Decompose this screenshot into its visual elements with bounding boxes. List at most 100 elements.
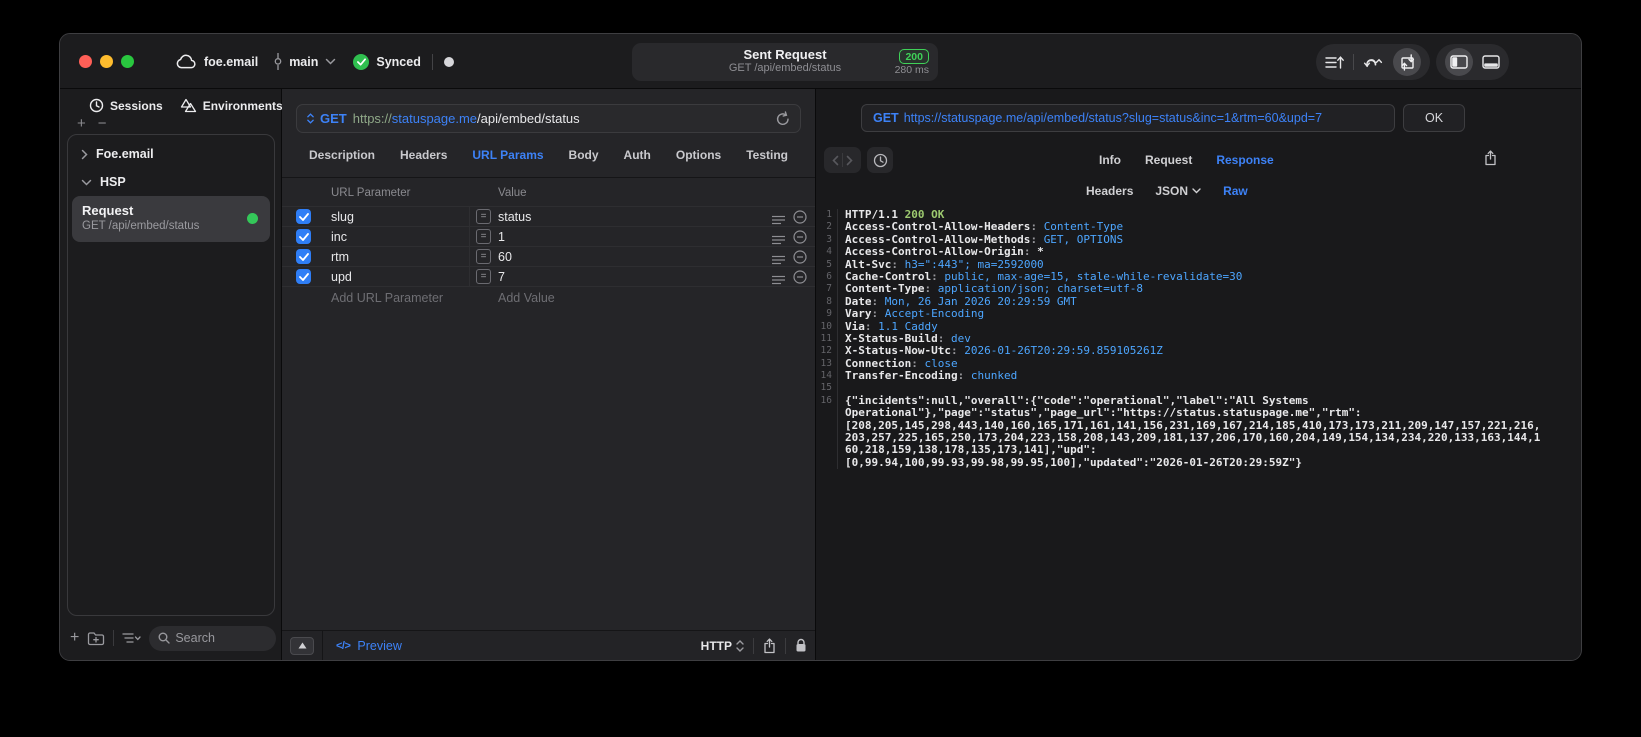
tab-testing[interactable]: Testing [746, 148, 788, 162]
response-status-text: OK [1424, 111, 1444, 125]
sync-status-label[interactable]: Synced [376, 55, 420, 69]
history-clock-button[interactable] [867, 147, 893, 173]
tab-info[interactable]: Info [1099, 153, 1121, 167]
url-param-row: upd = 7 [282, 267, 815, 287]
toggle-bottom-panel-button[interactable] [1482, 55, 1500, 69]
request-editor: GET https://statuspage.me/api/embed/stat… [282, 89, 816, 660]
param-value-field[interactable]: status [498, 207, 531, 227]
subtab-headers[interactable]: Headers [1086, 184, 1133, 198]
add-param-value-placeholder[interactable]: Add Value [498, 291, 555, 305]
param-enabled-checkbox[interactable] [296, 209, 311, 224]
close-window-button[interactable] [79, 55, 92, 68]
tab-response[interactable]: Response [1216, 153, 1273, 167]
method-selector-icon[interactable] [307, 113, 314, 124]
export-response-icon[interactable] [1484, 150, 1497, 166]
subtab-label: JSON [1155, 184, 1189, 198]
tab-description[interactable]: Description [309, 148, 375, 162]
tab-headers[interactable]: Headers [400, 148, 447, 162]
minimize-window-button[interactable] [100, 55, 113, 68]
sidebar-tab-environments[interactable]: Environments [180, 98, 283, 113]
equals-format-icon: = [476, 249, 491, 264]
chevron-down-icon[interactable] [325, 58, 336, 65]
method-label[interactable]: GET [320, 111, 347, 126]
column-header-name: URL Parameter [331, 187, 411, 199]
request-url[interactable]: https://statuspage.me/api/embed/status [353, 111, 580, 126]
sync-arrows-icon[interactable] [1363, 54, 1384, 70]
send-request-panel-button[interactable] [1393, 48, 1421, 76]
toggle-left-sidebar-button[interactable] [1445, 48, 1473, 76]
tree-item-foe-email[interactable]: Foe.email [81, 147, 154, 161]
search-input[interactable]: Search [149, 625, 276, 651]
remove-session-button[interactable]: − [98, 116, 107, 131]
url-params-table: URL Parameter Value slug = status inc = 1 rtm =… [282, 179, 815, 309]
column-header-value: Value [498, 187, 527, 199]
tree-item-hsp[interactable]: HSP [81, 175, 126, 189]
toolbar-group-left [1316, 44, 1430, 80]
add-session-button[interactable]: + [77, 116, 86, 131]
request-url-bar[interactable]: GET https://statuspage.me/api/embed/stat… [296, 104, 801, 133]
new-request-button[interactable]: + [70, 630, 79, 646]
tab-auth[interactable]: Auth [624, 148, 651, 162]
line-number: 15 [816, 382, 838, 395]
tree-item-label: Foe.email [96, 147, 154, 161]
sidebar-item-request[interactable]: Request GET /api/embed/status [72, 196, 270, 242]
subtab-raw[interactable]: Raw [1223, 184, 1248, 198]
line-number: 3 [816, 233, 838, 247]
response-body[interactable]: 1 HTTP/1.1 200 OK 2 Access-Control-Allow-He… [816, 209, 1581, 660]
tab-options[interactable]: Options [676, 148, 721, 162]
param-name-field[interactable]: rtm [331, 247, 349, 267]
url-param-row: inc = 1 [282, 227, 815, 247]
sync-check-icon [353, 53, 370, 70]
code-preview-button[interactable]: </> Preview [336, 639, 402, 653]
param-value-field[interactable]: 1 [498, 227, 505, 247]
line-number: 11 [816, 332, 838, 346]
request-subtitle: GET /api/embed/status [82, 220, 200, 232]
branch-name[interactable]: main [289, 55, 318, 69]
resend-request-icon[interactable] [776, 111, 790, 126]
param-name-field[interactable]: slug [331, 207, 354, 227]
protocol-selector[interactable]: HTTP [701, 639, 744, 653]
line-number: 4 [816, 246, 838, 259]
zoom-window-button[interactable] [121, 55, 134, 68]
response-url-text: https://statuspage.me/api/embed/status?s… [903, 111, 1323, 125]
search-placeholder: Search [175, 631, 215, 645]
traffic-lights [79, 55, 134, 68]
request-editor-footer: </> Preview HTTP [282, 630, 815, 660]
param-value-field[interactable]: 60 [498, 247, 512, 267]
sidebar-tab-sessions[interactable]: Sessions [89, 98, 163, 113]
cloud-icon [176, 54, 197, 69]
share-icon[interactable] [763, 637, 776, 654]
sessions-icon [89, 98, 104, 113]
subtab-json[interactable]: JSON [1155, 184, 1201, 198]
equals-format-icon: = [476, 209, 491, 224]
forward-icon[interactable] [846, 155, 853, 166]
param-name-field[interactable]: upd [331, 267, 352, 287]
url-param-row: rtm = 60 [282, 247, 815, 267]
param-enabled-checkbox[interactable] [296, 269, 311, 284]
sent-request-summary[interactable]: Sent Request GET /api/embed/status 200 2… [632, 43, 938, 81]
response-code-line: 14 Transfer-Encoding: chunked [816, 369, 1581, 383]
lock-icon[interactable] [795, 638, 807, 653]
line-number: 1 [816, 209, 838, 222]
param-value-field[interactable]: 7 [498, 267, 505, 287]
active-status-dot [247, 213, 258, 224]
chevron-down-icon [81, 179, 92, 186]
response-subtabs: Headers JSON Raw [1086, 181, 1248, 201]
param-enabled-checkbox[interactable] [296, 249, 311, 264]
back-icon[interactable] [832, 155, 839, 166]
param-enabled-checkbox[interactable] [296, 229, 311, 244]
tab-body[interactable]: Body [569, 148, 599, 162]
tab-url-params[interactable]: URL Params [472, 148, 543, 162]
workspace-name[interactable]: foe.email [204, 55, 258, 69]
history-nav-buttons [824, 147, 861, 173]
line-number [816, 444, 838, 457]
tab-request[interactable]: Request [1145, 153, 1192, 167]
param-name-field[interactable]: inc [331, 227, 347, 247]
sort-options-icon[interactable] [122, 632, 141, 644]
response-request-url[interactable]: GET https://statuspage.me/api/embed/stat… [861, 104, 1395, 132]
line-number: 8 [816, 295, 838, 309]
list-export-icon[interactable] [1325, 55, 1344, 70]
add-param-name-placeholder[interactable]: Add URL Parameter [331, 291, 443, 305]
expand-console-button[interactable] [290, 636, 314, 655]
new-group-folder-button[interactable] [87, 631, 105, 646]
